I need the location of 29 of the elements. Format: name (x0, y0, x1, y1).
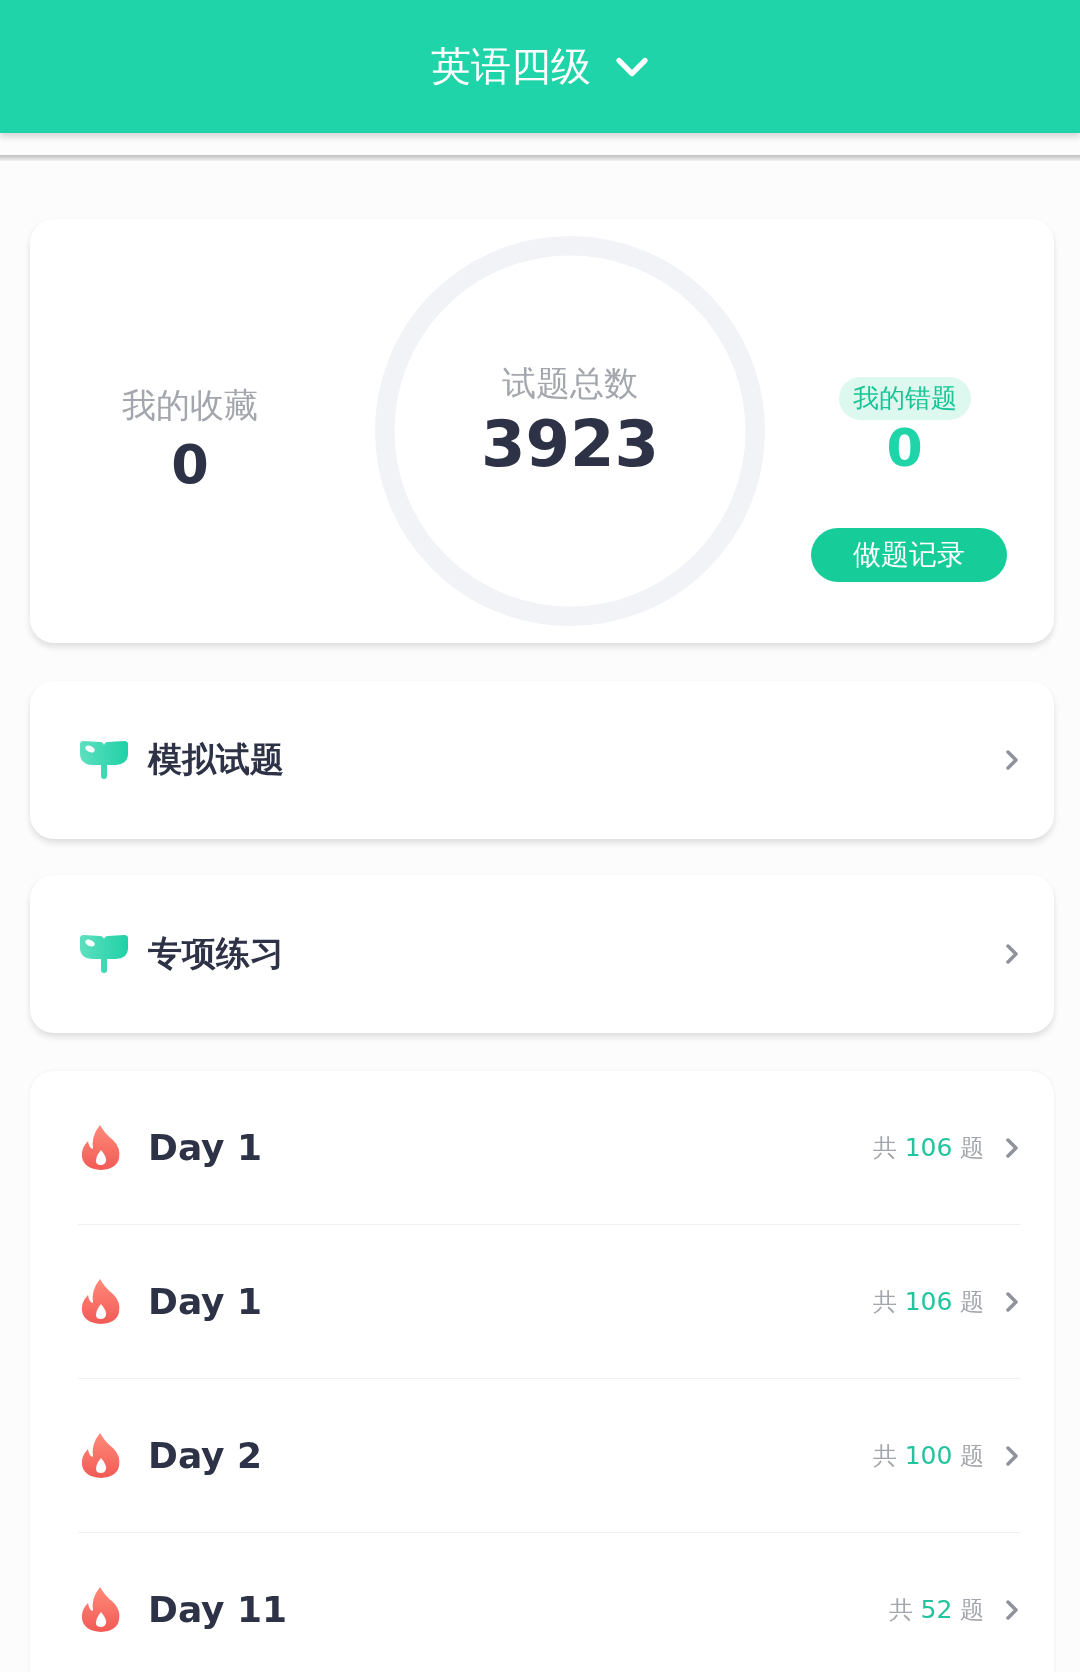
day-row[interactable]: Day 11 共 52 题 (78, 1533, 1020, 1672)
sprout-icon (78, 934, 130, 974)
question-count: 共 100 题 (873, 1439, 984, 1472)
total-value: 3923 (480, 407, 660, 481)
sprout-icon (78, 740, 130, 780)
day-title: Day 11 (148, 1589, 289, 1630)
stat-value: 0 (886, 417, 923, 478)
menu-label: 模拟试题 (148, 738, 285, 781)
day-title: Day 2 (148, 1435, 264, 1476)
day-row[interactable]: Day 1 共 106 题 (78, 1225, 1020, 1379)
chevron-right-icon (1004, 1290, 1020, 1313)
question-count: 共 106 题 (873, 1131, 984, 1164)
chevron-right-icon (1004, 1598, 1020, 1621)
chevron-right-icon (1004, 943, 1020, 965)
question-count: 共 52 题 (888, 1593, 984, 1626)
chevron-right-icon (1004, 1444, 1020, 1467)
stat-label: 试题总数 (502, 362, 638, 405)
menu-label: 专项练习 (148, 932, 285, 975)
day-title: Day 1 (148, 1281, 264, 1322)
day-title: Day 1 (148, 1127, 264, 1168)
day-row[interactable]: Day 1 共 106 题 (78, 1071, 1020, 1225)
stat-value: 0 (171, 432, 209, 496)
chevron-right-icon (1004, 1136, 1020, 1159)
menu-card[interactable]: 模拟试题 (30, 681, 1054, 839)
chevron-right-icon (1004, 749, 1020, 771)
question-count: 共 106 题 (873, 1285, 984, 1318)
stat-label: 我的收藏 (122, 383, 258, 427)
menu-card[interactable]: 专项练习 (30, 875, 1054, 1033)
day-row[interactable]: Day 2 共 100 题 (78, 1379, 1020, 1533)
